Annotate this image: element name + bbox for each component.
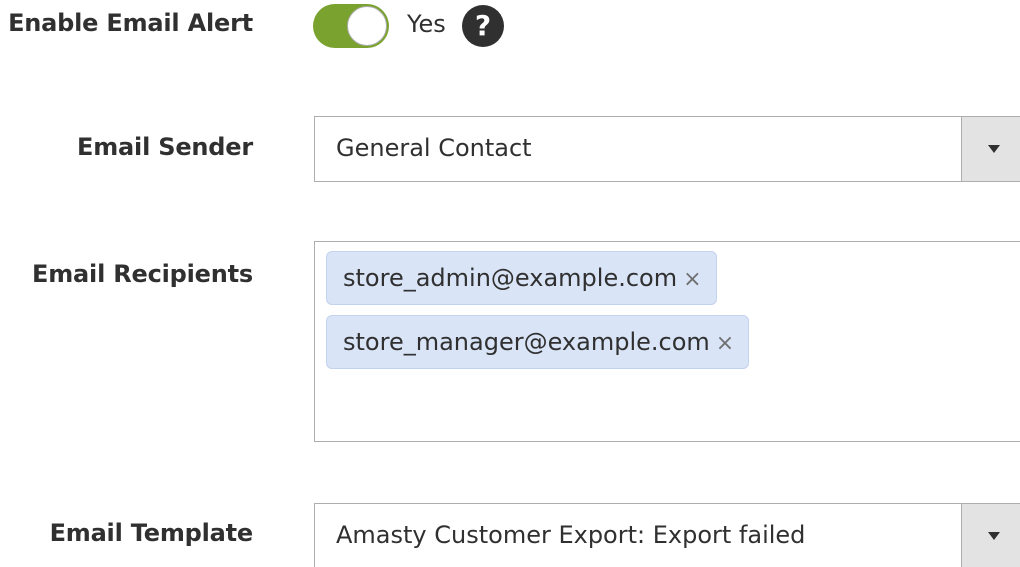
enable-email-alert-toggle[interactable] — [313, 4, 389, 48]
toggle-knob — [347, 6, 387, 46]
email-template-dropdown-button[interactable] — [961, 504, 1020, 567]
remove-tag-icon[interactable]: × — [683, 254, 701, 306]
email-recipients-label: Email Recipients — [32, 260, 253, 288]
enable-email-alert-label: Enable Email Alert — [8, 9, 253, 37]
question-circle-icon[interactable]: ? — [462, 5, 504, 47]
email-template-label: Email Template — [49, 519, 254, 547]
email-sender-select[interactable]: General Contact — [314, 116, 1020, 182]
email-alert-settings-form: Enable Email Alert Yes ? Email Sender Ge… — [0, 0, 1020, 567]
email-sender-label: Email Sender — [77, 133, 253, 161]
recipient-tag-text: store_admin@example.com — [343, 264, 678, 292]
email-sender-dropdown-button[interactable] — [961, 117, 1020, 181]
email-sender-value: General Contact — [336, 134, 532, 162]
email-template-select[interactable]: Amasty Customer Export: Export failed — [314, 503, 1020, 567]
recipient-tag: store_manager@example.com × — [326, 315, 750, 370]
toggle-state-text: Yes — [407, 10, 446, 38]
email-template-value: Amasty Customer Export: Export failed — [336, 521, 806, 549]
chevron-down-icon — [988, 145, 1000, 153]
chevron-down-icon — [988, 532, 1000, 540]
email-recipients-multiselect[interactable]: store_admin@example.com × store_manager@e… — [314, 241, 1020, 442]
recipient-tag-text: store_manager@example.com — [343, 328, 710, 356]
recipient-tag: store_admin@example.com × — [326, 251, 717, 305]
remove-tag-icon[interactable]: × — [716, 318, 734, 370]
